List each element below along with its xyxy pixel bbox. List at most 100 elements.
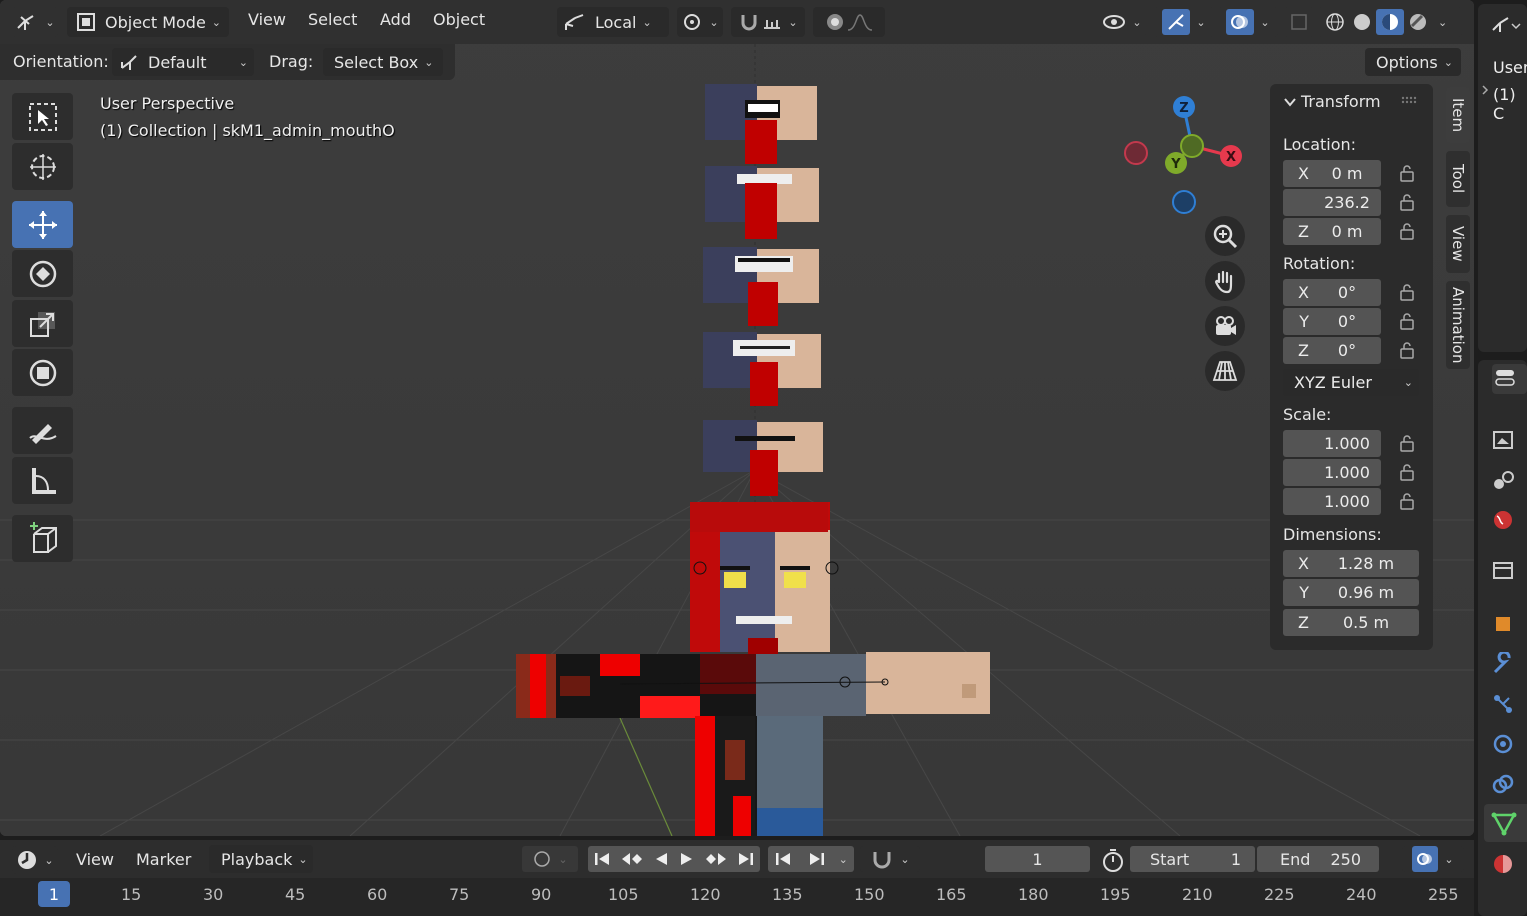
drag-selector[interactable]: Select Box ⌄ bbox=[323, 48, 443, 76]
rotation-z-field[interactable]: Z 0° bbox=[1283, 337, 1381, 364]
dimensions-z-field[interactable]: Z 0.5 m bbox=[1283, 609, 1419, 636]
editor-type-icon[interactable] bbox=[1490, 14, 1524, 36]
jump-next-icon[interactable] bbox=[806, 851, 826, 867]
menu-object[interactable]: Object bbox=[433, 10, 485, 29]
keying-snap-toggle[interactable]: ⌄ bbox=[860, 846, 920, 872]
measure-tool[interactable] bbox=[12, 457, 73, 504]
visibility-selector[interactable]: ⌄ bbox=[1098, 7, 1146, 37]
menu-select[interactable]: Select bbox=[308, 10, 357, 29]
add-cube-tool[interactable] bbox=[12, 515, 73, 562]
lock-icon[interactable] bbox=[1400, 193, 1414, 211]
move-tool[interactable] bbox=[12, 201, 73, 248]
transform-orientation-selector[interactable]: Local ⌄ bbox=[557, 7, 669, 37]
scale-x-field[interactable]: 1.000 bbox=[1283, 430, 1381, 457]
outliner-area[interactable]: User (1) C bbox=[1478, 4, 1527, 352]
timeline-editor-type[interactable]: ⌄ bbox=[12, 846, 58, 874]
collection-properties-icon[interactable] bbox=[1491, 558, 1515, 582]
tab-tool[interactable]: Tool bbox=[1446, 151, 1470, 207]
timeline-menu-playback[interactable]: Playback ⌄ bbox=[209, 845, 313, 873]
timeline-overlays-toggle[interactable]: ⌄ bbox=[1402, 846, 1464, 872]
wireframe-shading-icon[interactable] bbox=[1322, 9, 1348, 35]
object-properties-icon[interactable] bbox=[1491, 612, 1515, 636]
perspective-toggle-button[interactable] bbox=[1205, 351, 1245, 391]
rotate-tool[interactable] bbox=[12, 250, 73, 297]
editor-type-selector[interactable]: ⌄ bbox=[12, 7, 58, 37]
orientation-selector[interactable]: Default ⌄ bbox=[112, 48, 254, 76]
shading-selector[interactable]: ⌄ bbox=[1318, 7, 1462, 37]
neg-x-axis[interactable] bbox=[1124, 141, 1148, 165]
rendered-shading-icon[interactable] bbox=[1404, 9, 1432, 35]
pan-button[interactable] bbox=[1205, 261, 1245, 301]
location-z-field[interactable]: Z0 m bbox=[1283, 218, 1381, 245]
physics-properties-icon[interactable] bbox=[1491, 732, 1515, 756]
transform-section-title[interactable]: Transform bbox=[1301, 92, 1381, 111]
3d-viewport[interactable]: ⌄ Object Mode ⌄ View Select Add Object L… bbox=[0, 0, 1474, 836]
constraints-properties-icon[interactable] bbox=[1491, 772, 1515, 796]
location-x-field[interactable]: X0 m bbox=[1283, 160, 1381, 187]
overlays-toggle[interactable]: ⌄ bbox=[1218, 7, 1278, 37]
chevron-down-icon[interactable] bbox=[1283, 95, 1297, 109]
current-frame-field[interactable]: 1 bbox=[985, 846, 1090, 872]
timeline-menu-marker[interactable]: Marker bbox=[136, 850, 191, 869]
jump-prev-icon[interactable] bbox=[774, 851, 794, 867]
scale-z-field[interactable]: 1.000 bbox=[1283, 488, 1381, 515]
jump-end-icon[interactable] bbox=[737, 851, 755, 867]
jump-start-icon[interactable] bbox=[593, 851, 611, 867]
snapping-toggle[interactable]: ⌄ bbox=[731, 7, 805, 37]
play-icon[interactable] bbox=[679, 851, 695, 867]
properties-editor-selector[interactable] bbox=[1492, 364, 1527, 394]
material-shading-icon[interactable] bbox=[1376, 9, 1404, 35]
lock-icon[interactable] bbox=[1400, 283, 1414, 301]
solid-shading-icon[interactable] bbox=[1348, 9, 1376, 35]
dimensions-y-field[interactable]: Y 0.96 m bbox=[1283, 579, 1419, 606]
start-frame-field[interactable]: Start2501 bbox=[1130, 846, 1255, 872]
select-box-tool[interactable] bbox=[12, 93, 73, 140]
tab-animation[interactable]: Animation bbox=[1446, 281, 1470, 369]
lock-icon[interactable] bbox=[1400, 492, 1414, 510]
output-properties-icon[interactable] bbox=[1491, 468, 1515, 492]
menu-add[interactable]: Add bbox=[380, 10, 411, 29]
mode-selector[interactable]: Object Mode ⌄ bbox=[67, 7, 229, 37]
rotation-mode-selector[interactable]: XYZ Euler ⌄ bbox=[1283, 369, 1419, 396]
stopwatch-icon[interactable] bbox=[1100, 847, 1126, 873]
auto-keying-toggle[interactable]: ⌄ bbox=[522, 846, 578, 872]
lock-icon[interactable] bbox=[1400, 222, 1414, 240]
neg-y-axis[interactable] bbox=[1180, 134, 1204, 158]
prev-keyframe-icon[interactable] bbox=[620, 851, 644, 867]
neg-z-axis[interactable] bbox=[1172, 190, 1196, 214]
lock-icon[interactable] bbox=[1400, 164, 1414, 182]
lock-icon[interactable] bbox=[1400, 463, 1414, 481]
chevron-right-icon[interactable] bbox=[1481, 84, 1489, 96]
options-button[interactable]: Options ⌄ bbox=[1365, 48, 1461, 76]
pivot-point-selector[interactable]: ⌄ bbox=[677, 7, 723, 37]
transform-tool[interactable] bbox=[12, 349, 73, 396]
dimensions-x-field[interactable]: X 1.28 m bbox=[1283, 550, 1419, 577]
render-properties-icon[interactable] bbox=[1491, 428, 1515, 452]
navigation-gizmo[interactable]: Z X Y bbox=[1118, 92, 1248, 218]
xray-toggle[interactable] bbox=[1284, 7, 1314, 37]
play-reverse-icon[interactable] bbox=[653, 851, 669, 867]
playhead[interactable]: 1 bbox=[38, 881, 70, 907]
tab-item[interactable]: Item bbox=[1446, 87, 1470, 143]
zoom-button[interactable] bbox=[1205, 216, 1245, 256]
menu-view[interactable]: View bbox=[248, 10, 286, 29]
proportional-editing-toggle[interactable] bbox=[813, 7, 885, 37]
cursor-tool[interactable] bbox=[12, 143, 73, 190]
gizmo-toggle[interactable]: ⌄ bbox=[1154, 7, 1214, 37]
lock-icon[interactable] bbox=[1400, 341, 1414, 359]
rotation-y-field[interactable]: Y 0° bbox=[1283, 308, 1381, 335]
next-keyframe-icon[interactable] bbox=[704, 851, 728, 867]
timeline-menu-view[interactable]: View bbox=[76, 850, 114, 869]
modifier-properties-icon[interactable] bbox=[1491, 652, 1515, 676]
scale-y-field[interactable]: 1.000 bbox=[1283, 459, 1381, 486]
data-properties-tab[interactable] bbox=[1484, 804, 1527, 842]
material-properties-icon[interactable] bbox=[1491, 852, 1515, 876]
rotation-x-field[interactable]: X 0° bbox=[1283, 279, 1381, 306]
world-properties-icon[interactable] bbox=[1491, 508, 1515, 532]
end-frame-field[interactable]: End 250 bbox=[1257, 846, 1379, 872]
camera-view-button[interactable] bbox=[1205, 306, 1245, 346]
lock-icon[interactable] bbox=[1400, 434, 1414, 452]
tab-view[interactable]: View bbox=[1446, 215, 1470, 273]
annotate-tool[interactable] bbox=[12, 407, 73, 454]
scale-tool[interactable] bbox=[12, 300, 73, 347]
